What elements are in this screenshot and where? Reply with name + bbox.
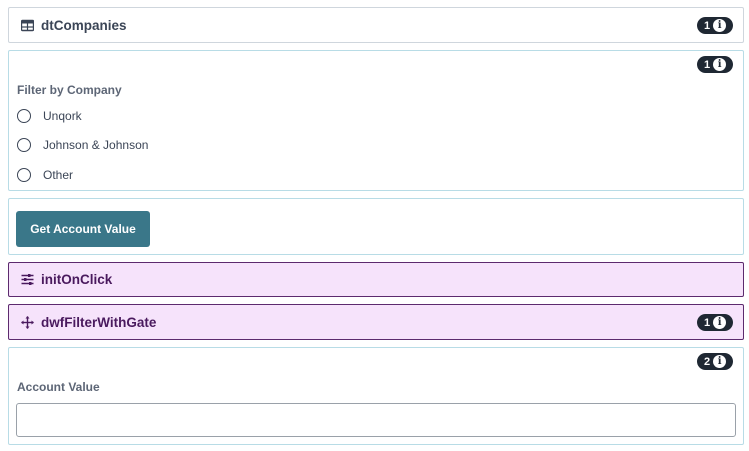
dwffilterwithgate-header: dwfFilterWithGate xyxy=(21,305,156,339)
radio-option-other[interactable]: Other xyxy=(17,168,73,182)
radio-label: Johnson & Johnson xyxy=(43,138,149,152)
filter-panel: 1 i Filter by Company Unqork Johnson & J… xyxy=(8,50,744,191)
dtcompanies-title: dtCompanies xyxy=(41,17,127,33)
info-badge[interactable]: 1 i xyxy=(697,17,733,34)
radio-button[interactable] xyxy=(17,109,31,123)
badge-count: 1 xyxy=(704,19,711,32)
radio-label: Unqork xyxy=(43,109,82,123)
radio-button[interactable] xyxy=(17,138,31,152)
button-panel: Get Account Value xyxy=(8,198,744,255)
info-icon: i xyxy=(713,58,727,71)
radio-label: Other xyxy=(43,168,74,182)
dtcompanies-panel[interactable]: dtCompanies 1 i xyxy=(8,7,744,43)
dtcompanies-header: dtCompanies xyxy=(21,8,127,42)
info-icon: i xyxy=(713,316,727,329)
info-icon: i xyxy=(713,19,727,32)
radio-option-johnson-johnson[interactable]: Johnson & Johnson xyxy=(17,138,148,152)
badge-count: 2 xyxy=(704,355,711,368)
sliders-icon xyxy=(21,273,34,286)
badge-count: 1 xyxy=(704,58,711,71)
info-icon: i xyxy=(713,355,727,368)
badge-count: 1 xyxy=(704,316,711,329)
dwffilterwithgate-title: dwfFilterWithGate xyxy=(41,314,157,330)
get-account-value-button[interactable]: Get Account Value xyxy=(16,211,150,247)
info-badge[interactable]: 1 i xyxy=(697,314,733,331)
move-arrows-icon xyxy=(21,315,34,329)
initonclick-header: initOnClick xyxy=(21,263,112,296)
account-value-label: Account Value xyxy=(17,380,100,394)
info-badge[interactable]: 1 i xyxy=(697,56,733,73)
radio-button[interactable] xyxy=(17,168,31,182)
radio-option-unqork[interactable]: Unqork xyxy=(17,109,82,123)
initonclick-panel[interactable]: initOnClick xyxy=(8,262,744,297)
info-badge[interactable]: 2 i xyxy=(697,353,733,370)
dwffilterwithgate-panel[interactable]: dwfFilterWithGate 1 i xyxy=(8,304,744,340)
initonclick-title: initOnClick xyxy=(41,272,113,287)
table-icon xyxy=(21,19,34,32)
account-value-input[interactable] xyxy=(16,403,736,437)
filter-label: Filter by Company xyxy=(17,83,122,97)
account-value-panel: 2 i Account Value xyxy=(8,347,744,445)
